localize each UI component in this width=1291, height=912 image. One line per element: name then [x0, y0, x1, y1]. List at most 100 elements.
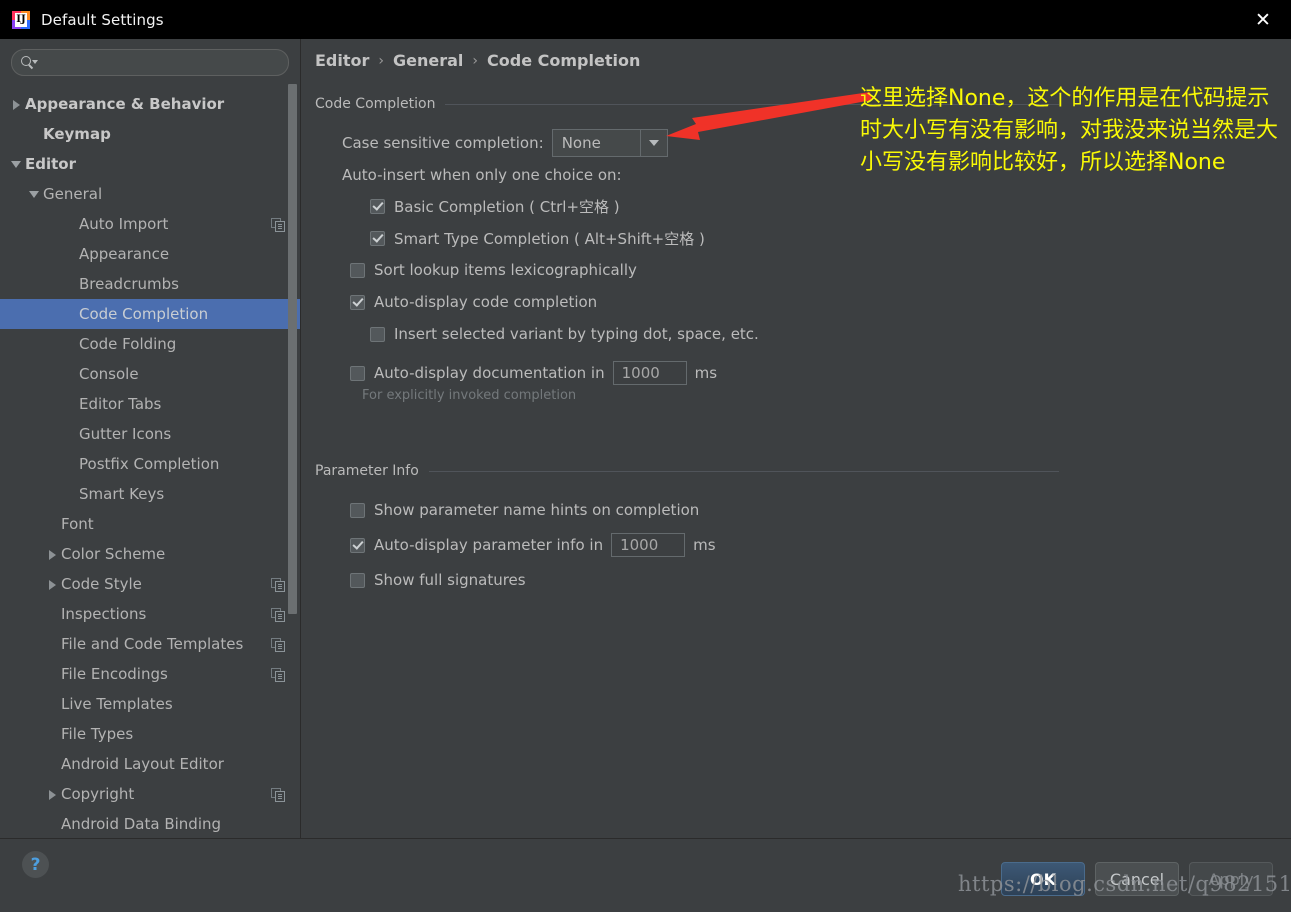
sidebar-item-breadcrumbs[interactable]: Breadcrumbs — [0, 269, 300, 299]
auto-display-doc-hint: For explicitly invoked completion — [362, 388, 577, 403]
auto-display-doc-checkbox[interactable] — [350, 365, 365, 381]
auto-display-doc-row[interactable]: Auto-display documentation in 1000 ms — [350, 360, 1291, 386]
chevron-down-icon[interactable] — [28, 187, 43, 202]
chevron-right-icon[interactable] — [10, 97, 25, 112]
sidebar-item-file-encodings[interactable]: File Encodings — [0, 659, 300, 689]
sort-lookup-checkbox[interactable] — [350, 262, 365, 278]
sidebar-item-auto-import[interactable]: Auto Import — [0, 209, 300, 239]
sidebar-item-gutter-icons[interactable]: Gutter Icons — [0, 419, 300, 449]
show-full-signatures-row[interactable]: Show full signatures — [350, 567, 1291, 593]
sidebar-item-editor[interactable]: Editor — [0, 149, 300, 179]
sidebar-item-label: General — [43, 185, 103, 203]
auto-insert-label: Auto-insert when only one choice on: — [342, 166, 622, 184]
sidebar-item-live-templates[interactable]: Live Templates — [0, 689, 300, 719]
chevron-right-icon[interactable] — [46, 547, 61, 562]
sidebar-scrollbar-thumb[interactable] — [288, 84, 297, 614]
sidebar-item-color-scheme[interactable]: Color Scheme — [0, 539, 300, 569]
help-icon[interactable]: ? — [22, 851, 49, 878]
show-param-hints-label: Show parameter name hints on completion — [374, 501, 700, 519]
copy-settings-icon[interactable] — [271, 788, 285, 802]
breadcrumb: Editor › General › Code Completion — [315, 51, 640, 70]
settings-tree: Appearance & Behavior Keymap Editor General… — [0, 84, 300, 839]
close-icon[interactable]: ✕ — [1235, 0, 1291, 39]
auto-display-doc-unit: ms — [694, 364, 718, 382]
sidebar-item-file-types[interactable]: File Types — [0, 719, 300, 749]
smart-type-completion-checkbox[interactable] — [370, 230, 385, 246]
insert-selected-variant-checkbox[interactable] — [370, 326, 385, 342]
sidebar-item-label: Android Data Binding — [61, 815, 222, 833]
show-full-signatures-checkbox[interactable] — [350, 572, 365, 588]
auto-display-code-checkbox[interactable] — [350, 294, 365, 310]
sidebar-item-android-data-binding[interactable]: Android Data Binding — [0, 809, 300, 839]
window-title: Default Settings — [41, 10, 164, 29]
insert-selected-variant-label: Insert selected variant by typing dot, s… — [394, 325, 759, 343]
parameter-info-section: Parameter Info Show parameter name hints… — [315, 463, 1291, 593]
sidebar-item-editor-tabs[interactable]: Editor Tabs — [0, 389, 300, 419]
auto-display-doc-input[interactable]: 1000 — [612, 361, 687, 385]
sidebar-item-font[interactable]: Font — [0, 509, 300, 539]
sidebar-item-appearance[interactable]: Appearance — [0, 239, 300, 269]
sidebar-item-label: Copyright — [61, 785, 135, 803]
sidebar-item-code-folding[interactable]: Code Folding — [0, 329, 300, 359]
intellij-idea-icon: IJ — [11, 10, 31, 30]
breadcrumb-item-code-completion[interactable]: Code Completion — [487, 51, 640, 70]
sidebar-item-label: Appearance & Behavior — [25, 95, 225, 113]
sort-lookup-row[interactable]: Sort lookup items lexicographically — [350, 257, 1291, 283]
section-title: Code Completion — [315, 96, 436, 112]
show-param-hints-row[interactable]: Show parameter name hints on completion — [350, 497, 1291, 523]
chevron-down-icon[interactable] — [10, 157, 25, 172]
sidebar-item-console[interactable]: Console — [0, 359, 300, 389]
sidebar-item-general[interactable]: General — [0, 179, 300, 209]
section-title: Parameter Info — [315, 463, 419, 479]
auto-display-param-input[interactable]: 1000 — [611, 533, 686, 557]
auto-display-doc-label: Auto-display documentation in — [374, 364, 605, 382]
sidebar-item-keymap[interactable]: Keymap — [0, 119, 300, 149]
copy-settings-icon[interactable] — [271, 638, 285, 652]
sort-lookup-label: Sort lookup items lexicographically — [374, 261, 637, 279]
sidebar-item-file-and-code-templates[interactable]: File and Code Templates — [0, 629, 300, 659]
sidebar-item-label: Android Layout Editor — [61, 755, 224, 773]
auto-display-code-row[interactable]: Auto-display code completion — [350, 289, 1291, 315]
search-input[interactable] — [39, 54, 288, 71]
sidebar-item-label: Live Templates — [61, 695, 173, 713]
sidebar-item-smart-keys[interactable]: Smart Keys — [0, 479, 300, 509]
show-param-hints-checkbox[interactable] — [350, 502, 365, 518]
sidebar-item-code-completion[interactable]: Code Completion — [0, 299, 300, 329]
basic-completion-checkbox[interactable] — [370, 198, 385, 214]
breadcrumb-item-general[interactable]: General — [393, 51, 463, 70]
basic-completion-label: Basic Completion ( Ctrl+空格 ) — [394, 197, 620, 216]
smart-type-completion-row[interactable]: Smart Type Completion ( Alt+Shift+空格 ) — [370, 225, 1291, 251]
chevron-right-icon[interactable] — [46, 577, 61, 592]
chevron-right-icon[interactable] — [46, 787, 61, 802]
sidebar-item-label: Keymap — [43, 125, 111, 143]
auto-display-param-row[interactable]: Auto-display parameter info in 1000 ms — [350, 532, 1291, 558]
basic-completion-row[interactable]: Basic Completion ( Ctrl+空格 ) — [370, 193, 1291, 219]
sidebar-item-code-style[interactable]: Code Style — [0, 569, 300, 599]
copy-settings-icon[interactable] — [271, 668, 285, 682]
copy-settings-icon[interactable] — [271, 578, 285, 592]
sidebar-item-copyright[interactable]: Copyright — [0, 779, 300, 809]
auto-display-param-checkbox[interactable] — [350, 537, 365, 553]
sidebar-item-label: Color Scheme — [61, 545, 166, 563]
breadcrumb-item-editor[interactable]: Editor — [315, 51, 369, 70]
sidebar-item-postfix-completion[interactable]: Postfix Completion — [0, 449, 300, 479]
sidebar-item-label: Editor Tabs — [79, 395, 162, 413]
sidebar-item-appearance-behavior[interactable]: Appearance & Behavior — [0, 89, 300, 119]
insert-selected-variant-row[interactable]: Insert selected variant by typing dot, s… — [370, 321, 1291, 347]
search-box[interactable] — [11, 49, 289, 76]
sidebar-item-android-layout-editor[interactable]: Android Layout Editor — [0, 749, 300, 779]
copy-settings-icon[interactable] — [271, 218, 285, 232]
sidebar-item-label: Editor — [25, 155, 76, 173]
copy-settings-icon[interactable] — [271, 608, 285, 622]
case-sensitive-select[interactable]: None — [551, 129, 668, 157]
sidebar-item-label: Font — [61, 515, 94, 533]
auto-display-param-label: Auto-display parameter info in — [374, 536, 604, 554]
sidebar-item-inspections[interactable]: Inspections — [0, 599, 300, 629]
